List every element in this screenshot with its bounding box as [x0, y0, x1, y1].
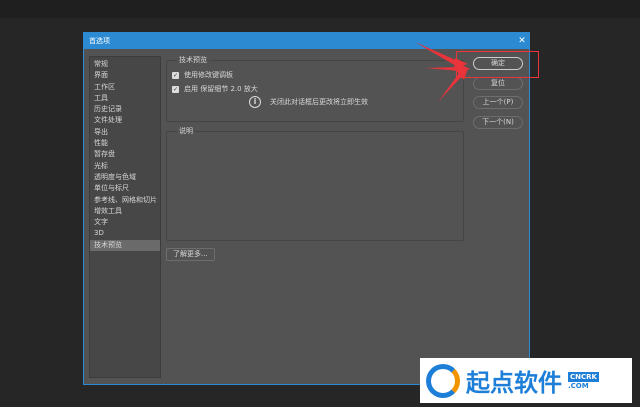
group-label: 技术预览 — [177, 55, 209, 65]
watermark-logo-icon — [426, 363, 460, 398]
group-label: 说明 — [177, 126, 195, 136]
sidebar-item[interactable]: 文字 — [90, 217, 160, 228]
checkbox-preserve-details[interactable]: ✓ 启用 保留细节 2.0 放大 — [172, 84, 258, 94]
sidebar-item[interactable]: 光标 — [90, 161, 160, 172]
description-group: 说明 — [166, 126, 464, 241]
learn-more-button[interactable]: 了解更多... — [166, 248, 215, 261]
checkbox-modifier-panel[interactable]: ✓ 使用修改键调板 — [172, 70, 233, 80]
sidebar-item[interactable]: 增效工具 — [90, 206, 160, 217]
sidebar-item[interactable]: 历史记录 — [90, 104, 160, 115]
preferences-sidebar: 常规 界面 工作区 工具 历史记录 文件处理 导出 性能 暂存盘 光标 透明度与色域 单位与标尺 参考线… — [89, 56, 161, 378]
watermark-name: 起点软件 — [466, 369, 562, 397]
sidebar-item[interactable]: 常规 — [90, 59, 160, 70]
checkbox-label: 启用 保留细节 2.0 放大 — [184, 85, 258, 93]
sidebar-item[interactable]: 3D — [90, 228, 160, 239]
sidebar-item[interactable]: 参考线、网格和切片 — [90, 195, 160, 206]
checkbox-label: 使用修改键调板 — [184, 71, 233, 79]
next-button[interactable]: 下一个(N) — [473, 116, 523, 129]
reset-button[interactable]: 复位 — [473, 77, 523, 90]
close-icon[interactable]: ✕ — [515, 36, 529, 46]
sidebar-item[interactable]: 界面 — [90, 70, 160, 81]
watermark-domain: .COM — [568, 381, 589, 390]
sidebar-item[interactable]: 工作区 — [90, 82, 160, 93]
sidebar-item[interactable]: 透明度与色域 — [90, 172, 160, 183]
sidebar-item[interactable]: 工具 — [90, 93, 160, 104]
info-icon: i — [249, 96, 261, 108]
app-top-bar — [0, 0, 640, 18]
sidebar-item[interactable]: 单位与标尺 — [90, 183, 160, 194]
red-arrows-annotation — [415, 42, 470, 102]
checkbox-checked-icon: ✓ — [172, 85, 179, 93]
info-text: 关闭此对话框后更改将立即生效 — [270, 98, 368, 106]
sidebar-item[interactable]: 导出 — [90, 127, 160, 138]
dialog-title: 首选项 — [89, 37, 110, 45]
sidebar-item[interactable]: 技术预览 — [90, 239, 160, 252]
sidebar-item[interactable]: 暂存盘 — [90, 149, 160, 160]
prev-button[interactable]: 上一个(P) — [473, 96, 523, 109]
sidebar-item[interactable]: 文件处理 — [90, 115, 160, 126]
checkbox-checked-icon: ✓ — [172, 71, 179, 79]
watermark-tag: CNCRK — [568, 371, 599, 382]
info-message: i 关闭此对话框后更改将立即生效 — [249, 96, 368, 108]
sidebar-item[interactable]: 性能 — [90, 138, 160, 149]
watermark: 起点软件 CNCRK .COM — [420, 358, 632, 403]
